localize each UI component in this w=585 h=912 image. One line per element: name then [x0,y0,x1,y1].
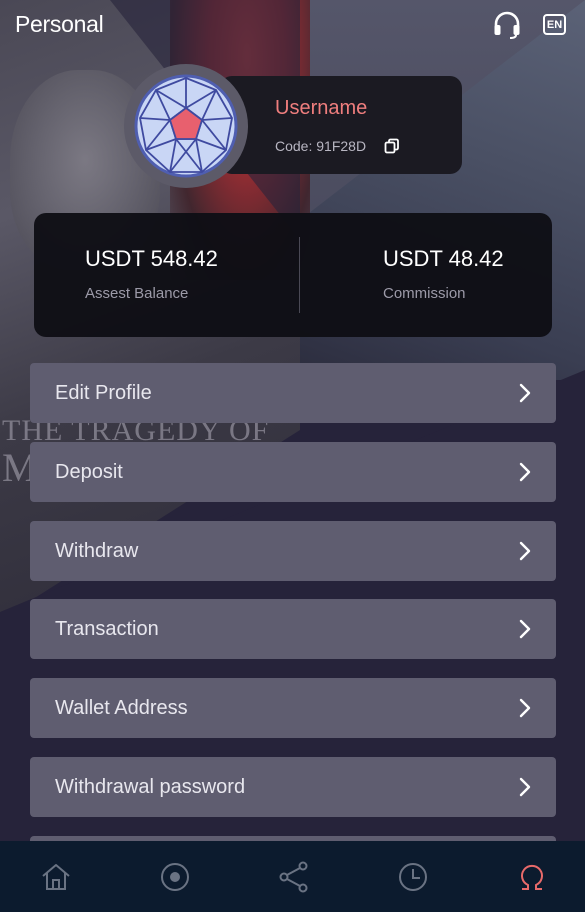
nav-record[interactable] [157,859,193,895]
username: Username [275,97,368,119]
share-icon [279,861,308,893]
home-icon [42,864,70,890]
chevron-right-icon [519,383,531,403]
avatar [124,64,248,188]
menu-item-withdraw[interactable]: Withdraw [30,521,556,581]
profile-card [220,76,462,174]
nav-profile[interactable] [514,859,550,895]
chevron-right-icon [519,619,531,639]
menu-item-label: Withdrawal password [55,775,246,798]
clock-icon [399,863,427,891]
menu-item-label: Transaction [55,617,159,640]
geodesic-sphere-icon [134,74,238,178]
menu-item-wallet-address[interactable]: Wallet Address [30,678,556,738]
menu-item-withdrawal-password[interactable]: Withdrawal password [30,757,556,817]
nav-share[interactable] [276,859,312,895]
menu-item-transaction[interactable]: Transaction [30,599,556,659]
headset-icon[interactable] [492,10,522,40]
menu-item-label: Deposit [55,460,123,483]
profile-icon [521,864,543,890]
chevron-right-icon [519,777,531,797]
user-code: Code: 91F28D [275,138,367,154]
chevron-right-icon [519,541,531,561]
asset-balance-value: USDT 548.42 [85,246,218,271]
copy-icon[interactable] [384,138,400,154]
asset-balance-label: Assest Balance [85,285,189,302]
commission-label: Commission [383,285,466,302]
menu-item-label: Edit Profile [55,381,152,404]
menu-item-label: Withdraw [55,539,139,562]
commission-value: USDT 48.42 [383,246,504,271]
chevron-right-icon [519,698,531,718]
menu-item-edit-profile[interactable]: Edit Profile [30,363,556,423]
menu-item-label: Wallet Address [55,696,188,719]
balance-card [34,213,552,337]
page-title: Personal [15,11,104,37]
menu-item-deposit[interactable]: Deposit [30,442,556,502]
record-icon [161,863,189,891]
nav-home[interactable] [38,859,74,895]
bottom-nav [0,841,585,912]
language-switch[interactable]: EN [543,14,566,35]
balance-divider [299,237,300,313]
nav-history[interactable] [395,859,431,895]
chevron-right-icon [519,462,531,482]
